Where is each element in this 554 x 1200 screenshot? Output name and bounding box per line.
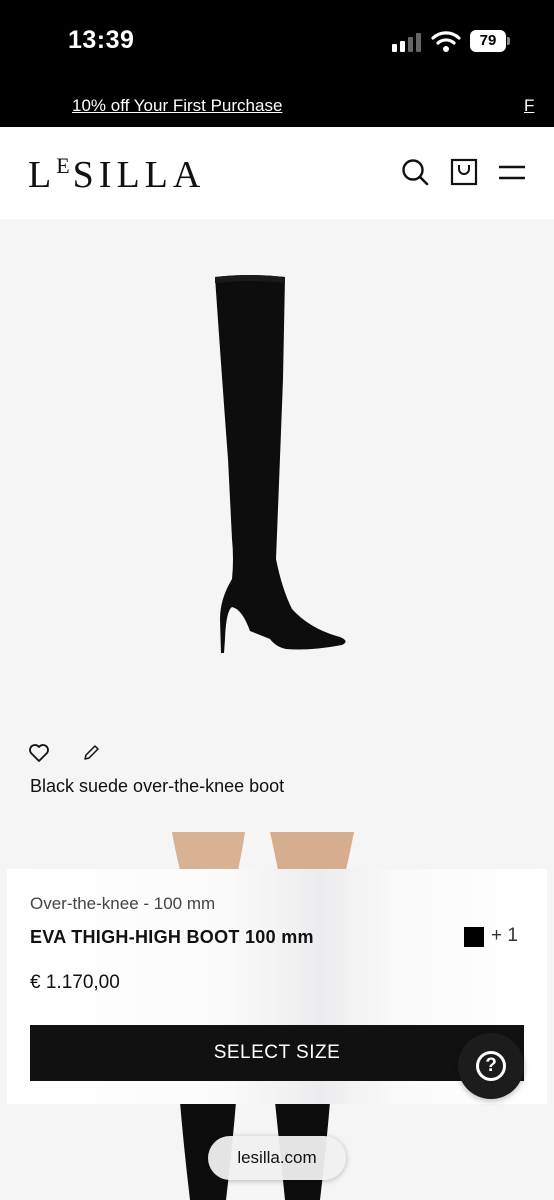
site-header: LESILLA xyxy=(0,127,554,219)
browser-url-bar[interactable]: lesilla.com xyxy=(208,1136,346,1180)
status-time: 13:39 xyxy=(68,26,135,54)
search-icon[interactable] xyxy=(400,157,430,187)
promo-link[interactable]: 10% off Your First Purchase xyxy=(72,96,282,116)
boot-image xyxy=(215,275,346,653)
shopping-bag-icon[interactable] xyxy=(449,157,479,187)
logo-superscript: E xyxy=(56,153,73,178)
product-category: Over-the-knee - 100 mm xyxy=(30,894,216,913)
wifi-icon xyxy=(431,31,461,52)
question-mark-icon: ? xyxy=(476,1051,506,1081)
battery-icon: 79 xyxy=(470,30,510,52)
logo-letter: L xyxy=(28,154,57,196)
select-size-button[interactable]: SELECT SIZE xyxy=(30,1025,524,1081)
help-button[interactable]: ? xyxy=(458,1033,524,1099)
more-colors-count[interactable]: + 1 xyxy=(491,925,518,947)
promo-bar: 10% off Your First Purchase F xyxy=(0,84,554,127)
promo-link-next[interactable]: F xyxy=(524,96,534,116)
customize-pencil-icon[interactable] xyxy=(82,742,102,762)
battery-level: 79 xyxy=(470,30,506,52)
brand-logo[interactable]: LESILLA xyxy=(28,153,205,197)
color-swatch-black[interactable] xyxy=(464,927,484,947)
status-bar: 13:39 79 xyxy=(0,0,554,84)
cellular-signal-icon xyxy=(392,32,422,52)
product-price: € 1.170,00 xyxy=(30,972,120,993)
menu-icon[interactable] xyxy=(497,157,527,187)
wishlist-heart-icon[interactable] xyxy=(28,742,50,764)
logo-word: SILLA xyxy=(72,154,206,196)
product-image[interactable] xyxy=(0,219,554,729)
product-name: EVA THIGH-HIGH BOOT 100 mm xyxy=(30,927,314,947)
product-caption: Black suede over-the-knee boot xyxy=(30,776,285,796)
